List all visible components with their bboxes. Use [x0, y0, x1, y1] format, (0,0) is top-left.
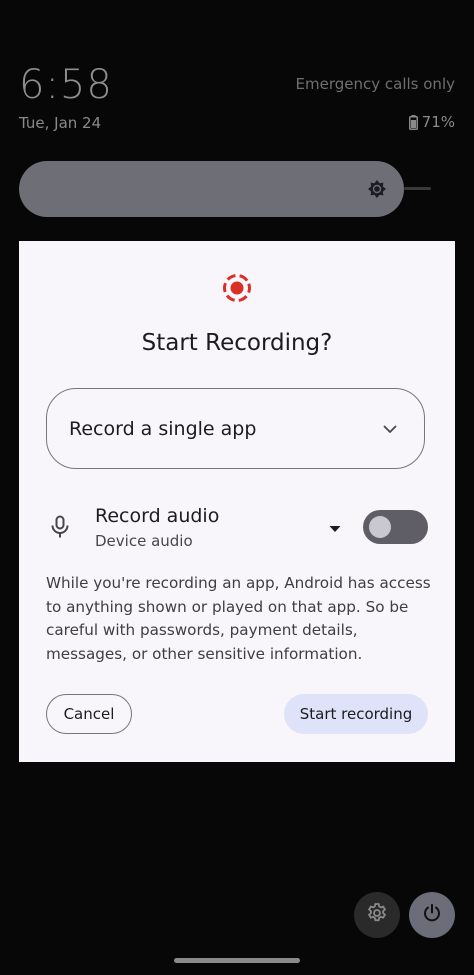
status-date: Tue, Jan 24 — [19, 114, 102, 132]
brightness-track — [404, 187, 431, 190]
recording-dialog: Start Recording? Record a single app Rec… — [19, 241, 455, 762]
record-mode-select[interactable]: Record a single app — [46, 388, 425, 469]
gesture-nav-handle[interactable] — [174, 958, 300, 963]
record-mode-value: Record a single app — [69, 418, 257, 440]
settings-button[interactable] — [354, 892, 400, 938]
record-audio-label: Record audio — [95, 505, 220, 527]
dialog-message: While you're recording an app, Android h… — [46, 574, 431, 663]
chevron-down-icon — [382, 421, 398, 437]
audio-source-value[interactable]: Device audio — [95, 532, 193, 550]
audio-source-dropdown-icon[interactable] — [328, 521, 342, 532]
brightness-icon — [367, 179, 387, 199]
mic-icon — [50, 515, 70, 539]
status-clock: 6:58 — [19, 62, 113, 108]
battery-status: 71% — [408, 113, 455, 131]
start-recording-button[interactable]: Start recording — [284, 694, 428, 734]
battery-percent: 71% — [421, 113, 455, 131]
network-status: Emergency calls only — [295, 75, 455, 93]
screen-record-icon — [221, 272, 253, 304]
brightness-slider[interactable] — [19, 161, 404, 217]
power-icon — [422, 903, 442, 928]
battery-icon — [408, 114, 418, 130]
cancel-button[interactable]: Cancel — [46, 694, 132, 734]
screen: 6:58 Tue, Jan 24 Emergency calls only 71… — [0, 0, 474, 975]
record-audio-toggle[interactable] — [363, 510, 428, 544]
dialog-title: Start Recording? — [141, 330, 333, 356]
power-button[interactable] — [409, 892, 455, 938]
gear-icon — [366, 902, 388, 929]
toggle-knob — [369, 516, 391, 538]
